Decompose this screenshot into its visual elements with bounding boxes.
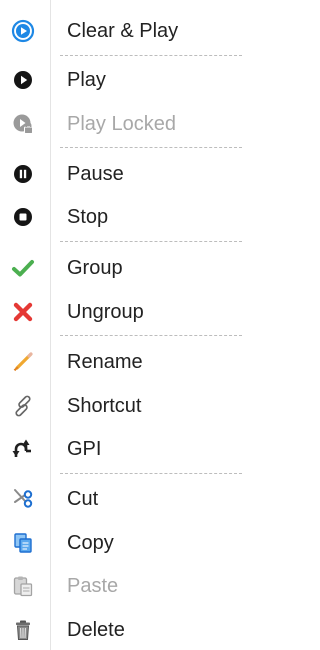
pencil-icon	[11, 350, 35, 374]
menu-item-label: Clear & Play	[67, 20, 179, 42]
play-icon	[11, 68, 35, 92]
menu-item-label: Paste	[67, 575, 119, 597]
menu-separator	[60, 147, 242, 148]
menu-item-label: Group	[67, 257, 123, 279]
menu-item-label: Play	[67, 69, 106, 91]
menu-item-label: Rename	[67, 351, 143, 373]
menu-item-cut[interactable]: Cut	[0, 479, 244, 519]
menu-item-play-locked[interactable]: Play Locked	[0, 104, 244, 144]
paste-icon	[11, 574, 35, 598]
menu-item-ungroup[interactable]: Ungroup	[0, 292, 244, 332]
menu-item-label: Copy	[67, 532, 114, 554]
menu-item-rename[interactable]: Rename	[0, 342, 244, 382]
menu-separator	[60, 55, 242, 56]
trash-icon	[11, 618, 35, 642]
menu-item-clear-play[interactable]: Clear & Play	[0, 11, 244, 51]
menu-separator	[60, 335, 242, 336]
menu-item-label: Cut	[67, 488, 99, 510]
scissors-icon	[11, 487, 35, 511]
paperclip-icon	[11, 394, 35, 418]
menu-item-copy[interactable]: Copy	[0, 523, 244, 563]
pause-icon	[11, 162, 35, 186]
menu-item-gpi[interactable]: GPI	[0, 429, 244, 469]
menu-item-pause[interactable]: Pause	[0, 154, 244, 194]
clear-play-icon	[11, 19, 35, 43]
copy-icon	[11, 531, 35, 555]
menu-item-group[interactable]: Group	[0, 248, 244, 288]
stop-icon	[11, 205, 35, 229]
menu-separator	[60, 473, 242, 474]
menu-item-label: Delete	[67, 619, 125, 641]
menu-item-label: Stop	[67, 206, 109, 228]
gpi-icon	[11, 437, 35, 461]
play-locked-icon	[11, 112, 35, 136]
menu-item-label: Ungroup	[67, 301, 144, 323]
menu-item-label: GPI	[67, 438, 102, 460]
menu-item-label: Shortcut	[67, 395, 142, 417]
context-menu: Clear & Play Play Play Locked Pause Stop…	[0, 0, 244, 650]
menu-item-shortcut[interactable]: Shortcut	[0, 386, 244, 426]
menu-item-stop[interactable]: Stop	[0, 197, 244, 237]
menu-item-paste[interactable]: Paste	[0, 566, 244, 606]
menu-separator	[60, 241, 242, 242]
menu-item-label: Pause	[67, 163, 124, 185]
menu-item-label: Play Locked	[67, 113, 176, 135]
menu-item-delete[interactable]: Delete	[0, 610, 244, 650]
x-icon	[11, 300, 35, 324]
checkmark-icon	[11, 256, 35, 280]
menu-item-play[interactable]: Play	[0, 60, 244, 100]
